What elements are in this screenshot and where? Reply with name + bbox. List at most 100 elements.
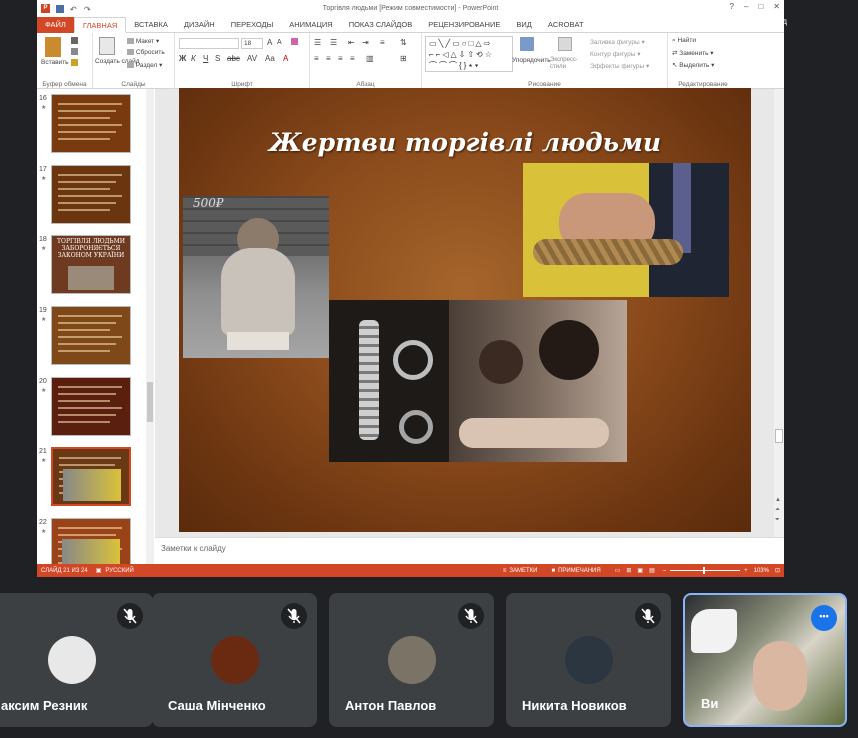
select-button[interactable]: ↖ Выделить ▾ bbox=[672, 61, 714, 69]
decrease-indent-icon[interactable]: ⇤ bbox=[348, 38, 355, 47]
cut-icon[interactable] bbox=[71, 37, 78, 44]
participant-tile[interactable]: Саша Мінченко bbox=[152, 593, 317, 727]
zoom-slider-thumb[interactable] bbox=[703, 567, 706, 574]
shape-effects-button[interactable]: Эффекты фигуры ▾ bbox=[590, 62, 649, 70]
comments-icon[interactable]: ■ bbox=[551, 568, 555, 574]
tab-1[interactable]: ГЛАВНАЯ bbox=[73, 16, 127, 33]
reset-button[interactable]: Сбросить bbox=[127, 49, 165, 56]
smartart-icon[interactable]: ⊞ bbox=[400, 54, 407, 63]
spellcheck-icon[interactable]: ▣ bbox=[96, 567, 102, 574]
italic-icon[interactable]: К bbox=[191, 54, 196, 63]
justify-icon[interactable]: ≡ bbox=[350, 54, 355, 63]
slide-thumbnail-19[interactable] bbox=[51, 306, 131, 365]
paste-icon[interactable] bbox=[45, 37, 61, 57]
comments-toggle[interactable]: ПРИМЕЧАНИЯ bbox=[558, 568, 601, 574]
align-right-icon[interactable]: ≡ bbox=[338, 54, 343, 63]
strikethrough-icon[interactable]: abc bbox=[227, 54, 240, 63]
photo-girl[interactable]: 500₽ bbox=[183, 196, 329, 358]
increase-indent-icon[interactable]: ⇥ bbox=[362, 38, 369, 47]
slide-thumbnail-21[interactable] bbox=[51, 447, 131, 506]
photo-handcuffs-group[interactable] bbox=[329, 300, 627, 462]
slide-thumbnail-20[interactable] bbox=[51, 377, 131, 436]
prev-slide-icon[interactable]: ⏶ bbox=[775, 507, 780, 514]
participant-tile[interactable]: ••• Ви bbox=[683, 593, 847, 727]
arrange-icon[interactable] bbox=[520, 37, 534, 51]
slide-thumbnail-18[interactable]: ТОРГІВЛЯ ЛЮДЬМИ ЗАБОРОНЯЄТЬСЯ ЗАКОНОМ УК… bbox=[51, 235, 131, 294]
new-slide-icon[interactable] bbox=[99, 37, 115, 55]
font-name-box[interactable] bbox=[179, 38, 239, 49]
zoom-out-icon[interactable]: – bbox=[663, 568, 666, 574]
tab-9[interactable]: ACROBAT bbox=[540, 17, 592, 33]
quick-styles-button[interactable]: Экспресс-стили bbox=[550, 57, 586, 71]
account-signin[interactable]: Вход bbox=[769, 17, 787, 26]
minimize-icon[interactable]: – bbox=[744, 2, 748, 11]
find-button[interactable]: ⌕ Найти bbox=[672, 37, 696, 45]
paste-button[interactable]: Вставить bbox=[41, 59, 69, 66]
slide-title[interactable]: Жертви торгівлі людьми bbox=[179, 128, 751, 157]
font-size-box[interactable]: 18 bbox=[241, 38, 263, 49]
spacing-icon[interactable]: AV bbox=[247, 54, 257, 63]
grow-font-icon[interactable]: A bbox=[267, 38, 272, 47]
shrink-font-icon[interactable]: A bbox=[277, 39, 282, 46]
tab-5[interactable]: АНИМАЦИЯ bbox=[281, 17, 340, 33]
tab-0[interactable]: ФАЙЛ bbox=[37, 16, 74, 33]
thumbnails-scrollbar[interactable] bbox=[146, 89, 154, 567]
current-slide[interactable]: Жертви торгівлі людьми 500₽ bbox=[179, 88, 751, 532]
line-spacing-icon[interactable]: ≡ bbox=[380, 38, 385, 47]
participant-tile[interactable]: Антон Павлов bbox=[329, 593, 494, 727]
next-slide-icon[interactable]: ⏷ bbox=[775, 517, 780, 524]
close-icon[interactable]: ✕ bbox=[773, 2, 780, 11]
numbering-icon[interactable]: ☰ bbox=[330, 38, 337, 47]
help-icon[interactable]: ? bbox=[730, 2, 734, 11]
language-indicator[interactable]: РУССКИЙ bbox=[105, 568, 133, 574]
fit-slide-icon[interactable]: ⊡ bbox=[775, 567, 780, 574]
zoom-in-icon[interactable]: + bbox=[744, 568, 748, 574]
change-case-icon[interactable]: Aa bbox=[265, 54, 275, 63]
tab-3[interactable]: ДИЗАЙН bbox=[176, 17, 223, 33]
align-left-icon[interactable]: ≡ bbox=[314, 54, 319, 63]
replace-button[interactable]: ⇄ Заменить ▾ bbox=[672, 49, 714, 57]
editor-scrollbar[interactable]: ▲ ⏶ ⏷ bbox=[774, 89, 784, 537]
normal-view-icon[interactable]: ▭ bbox=[615, 567, 621, 574]
shapes-gallery[interactable]: ▭╲╱▭○□△⇨ ⌐⌐◁△⇩⇧⟲☆ ⌒⌒⌒{}⭑▾ bbox=[425, 36, 513, 72]
arrange-button[interactable]: Упорядочить bbox=[512, 57, 551, 64]
format-painter-icon[interactable] bbox=[71, 59, 78, 66]
zoom-level[interactable]: 103% bbox=[754, 568, 769, 574]
editor-scroll-knob[interactable] bbox=[775, 429, 783, 443]
participant-tile[interactable]: Никита Новиков bbox=[506, 593, 671, 727]
notes-pane[interactable]: Заметки к слайду bbox=[155, 537, 784, 564]
more-options-icon[interactable]: ••• bbox=[811, 605, 837, 631]
tab-8[interactable]: ВИД bbox=[508, 17, 539, 33]
thumbnails-scroll-knob[interactable] bbox=[147, 382, 153, 422]
photo-hands-rope[interactable] bbox=[523, 163, 729, 297]
align-center-icon[interactable]: ≡ bbox=[326, 54, 331, 63]
zoom-slider[interactable] bbox=[670, 567, 741, 574]
tab-2[interactable]: ВСТАВКА bbox=[126, 17, 176, 33]
text-direction-icon[interactable]: ⇅ bbox=[400, 38, 407, 47]
scroll-up-icon[interactable]: ▲ bbox=[775, 497, 781, 503]
slide-thumbnail-22[interactable] bbox=[51, 518, 131, 567]
quick-styles-icon[interactable] bbox=[558, 37, 572, 51]
underline-icon[interactable]: Ч bbox=[203, 54, 208, 63]
sorter-view-icon[interactable]: ⊞ bbox=[626, 567, 631, 574]
tab-6[interactable]: ПОКАЗ СЛАЙДОВ bbox=[341, 17, 421, 33]
font-color-icon[interactable]: A bbox=[283, 54, 288, 63]
shape-outline-button[interactable]: Контур фигуры ▾ bbox=[590, 50, 641, 58]
slideshow-icon[interactable]: ▤ bbox=[649, 567, 655, 574]
slide-thumbnail-17[interactable] bbox=[51, 165, 131, 224]
notes-toggle[interactable]: ЗАМЕТКИ bbox=[509, 568, 537, 574]
tab-7[interactable]: РЕЦЕНЗИРОВАНИЕ bbox=[420, 17, 508, 33]
restore-icon[interactable]: □ bbox=[758, 2, 763, 11]
clear-format-icon[interactable] bbox=[291, 38, 298, 45]
participant-tile[interactable]: Максим Резник bbox=[0, 593, 153, 727]
bullets-icon[interactable]: ☰ bbox=[314, 38, 321, 47]
tab-4[interactable]: ПЕРЕХОДЫ bbox=[223, 17, 282, 33]
copy-icon[interactable] bbox=[71, 48, 78, 55]
shadow-icon[interactable]: S bbox=[215, 54, 220, 63]
layout-button[interactable]: Макет ▾ bbox=[127, 37, 159, 45]
section-button[interactable]: Раздел ▾ bbox=[127, 61, 162, 69]
reading-view-icon[interactable]: ▣ bbox=[637, 567, 643, 574]
notes-icon[interactable]: ≡ bbox=[503, 568, 507, 574]
columns-icon[interactable]: ▥ bbox=[366, 54, 374, 63]
slide-thumbnail-16[interactable] bbox=[51, 94, 131, 153]
